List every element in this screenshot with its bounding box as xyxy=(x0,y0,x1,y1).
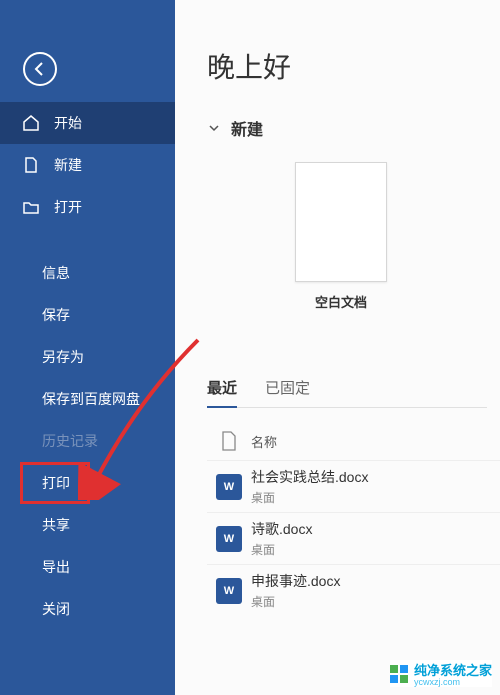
file-row[interactable]: W 申报事迹.docx 桌面 xyxy=(207,564,500,616)
nav-item-home[interactable]: 开始 xyxy=(0,102,175,144)
blank-doc-thumb xyxy=(295,162,387,282)
watermark-logo-icon xyxy=(390,665,408,683)
word-icon: W xyxy=(207,578,251,604)
file-icon xyxy=(22,156,40,174)
file-name: 诗歌.docx xyxy=(251,519,312,539)
nav-label: 打开 xyxy=(54,197,82,217)
file-name: 社会实践总结.docx xyxy=(251,467,368,487)
sidebar: 开始 新建 打开 信息 保存 另存为 保存到百度网盘 历史记录 打印 共享 导出… xyxy=(0,0,175,695)
nav-sub-list: 信息 保存 另存为 保存到百度网盘 历史记录 打印 共享 导出 关闭 xyxy=(0,252,175,630)
nav-sub-save[interactable]: 保存 xyxy=(0,294,175,336)
file-list: 名称 W 社会实践总结.docx 桌面 W 诗歌.docx 桌面 W 申报事迹.… xyxy=(207,422,500,616)
nav-sub-baidu[interactable]: 保存到百度网盘 xyxy=(0,378,175,420)
nav-sub-saveas[interactable]: 另存为 xyxy=(0,336,175,378)
file-location: 桌面 xyxy=(251,593,340,610)
nav-sub-share[interactable]: 共享 xyxy=(0,504,175,546)
nav-sub-print[interactable]: 打印 xyxy=(0,462,175,504)
folder-icon xyxy=(22,198,40,216)
file-list-header: 名称 xyxy=(207,422,500,460)
watermark: 纯净系统之家 ycwxzj.com xyxy=(390,660,492,687)
home-icon xyxy=(22,114,40,132)
nav-label: 新建 xyxy=(54,155,82,175)
tab-pinned[interactable]: 已固定 xyxy=(265,369,310,407)
new-section-header[interactable]: 新建 xyxy=(207,116,500,140)
column-name: 名称 xyxy=(251,432,277,451)
word-icon: W xyxy=(207,474,251,500)
greeting: 晚上好 xyxy=(207,46,500,86)
file-generic-icon xyxy=(207,431,251,451)
nav-list: 开始 新建 打开 xyxy=(0,102,175,228)
chevron-down-icon xyxy=(207,121,221,135)
recent-tabs: 最近 已固定 xyxy=(207,369,487,408)
nav-sub-close[interactable]: 关闭 xyxy=(0,588,175,630)
nav-sub-history: 历史记录 xyxy=(0,420,175,462)
nav-label: 开始 xyxy=(54,113,82,133)
tab-recent[interactable]: 最近 xyxy=(207,369,237,408)
nav-item-new[interactable]: 新建 xyxy=(0,144,175,186)
file-row[interactable]: W 诗歌.docx 桌面 xyxy=(207,512,500,564)
file-location: 桌面 xyxy=(251,489,368,506)
nav-item-open[interactable]: 打开 xyxy=(0,186,175,228)
new-section-title: 新建 xyxy=(231,116,263,140)
nav-sub-info[interactable]: 信息 xyxy=(0,252,175,294)
arrow-left-icon xyxy=(32,61,48,77)
nav-sub-export[interactable]: 导出 xyxy=(0,546,175,588)
blank-doc-label: 空白文档 xyxy=(295,292,387,311)
file-row[interactable]: W 社会实践总结.docx 桌面 xyxy=(207,460,500,512)
main-panel: 晚上好 新建 空白文档 最近 已固定 名称 W 社会实践总结.docx 桌面 W… xyxy=(175,0,500,695)
file-name: 申报事迹.docx xyxy=(251,571,340,591)
back-button[interactable] xyxy=(23,52,57,86)
blank-doc-tile[interactable]: 空白文档 xyxy=(295,162,387,311)
word-icon: W xyxy=(207,526,251,552)
file-location: 桌面 xyxy=(251,541,312,558)
